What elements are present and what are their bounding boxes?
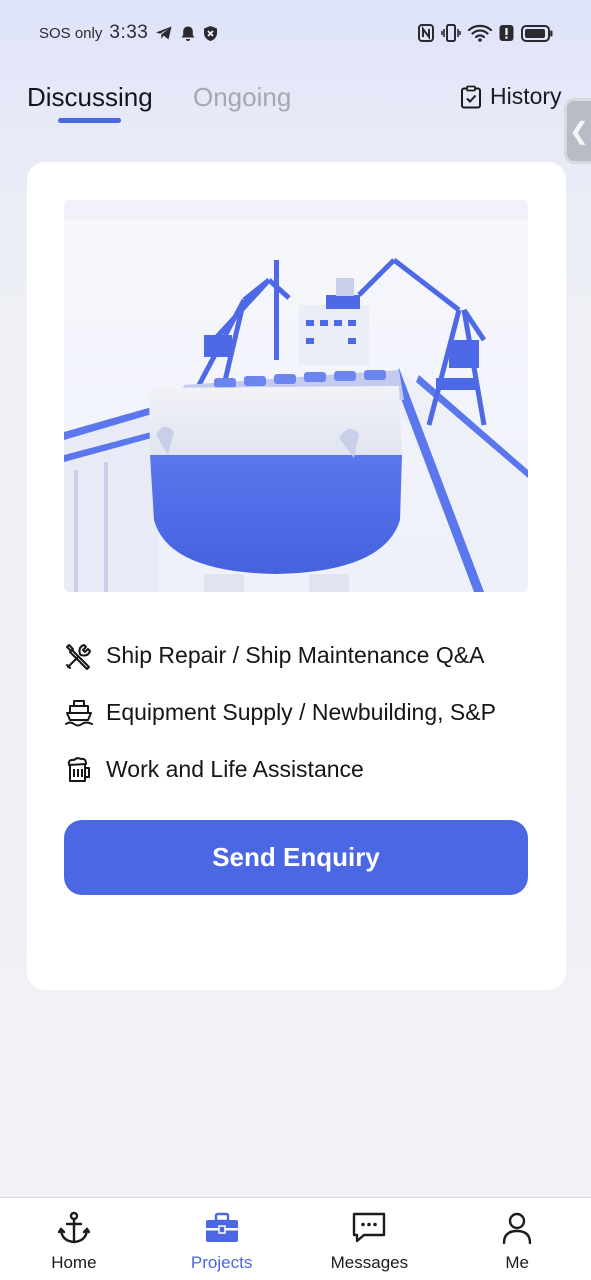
shield-icon xyxy=(204,25,218,41)
tools-icon xyxy=(66,643,91,670)
telegram-icon xyxy=(156,26,172,40)
feature-label: Work and Life Assistance xyxy=(106,756,364,782)
nav-item-projects[interactable]: Projects xyxy=(148,1198,296,1280)
history-button[interactable]: History xyxy=(460,83,562,110)
tab-ongoing[interactable]: Ongoing xyxy=(193,82,291,113)
feature-item-equipment-supply: Equipment Supply / Newbuilding, S&P xyxy=(64,684,534,741)
active-tab-indicator xyxy=(58,118,121,123)
nav-item-me[interactable]: Me xyxy=(443,1198,591,1280)
nav-icon-wrapper xyxy=(497,1208,537,1248)
status-right xyxy=(418,24,553,42)
side-drawer-handle[interactable]: ❮ xyxy=(564,98,591,164)
tab-discussing[interactable]: Discussing xyxy=(27,82,153,113)
ship-icon xyxy=(65,699,93,726)
chevron-left-icon: ❮ xyxy=(568,117,590,145)
feature-label: Equipment Supply / Newbuilding, S&P xyxy=(106,699,496,725)
top-tab-bar: Discussing Ongoing History xyxy=(0,70,591,130)
nav-item-home[interactable]: Home xyxy=(0,1198,148,1280)
feature-item-work-life: Work and Life Assistance xyxy=(64,741,534,798)
feature-item-ship-repair: Ship Repair / Ship Maintenance Q&A xyxy=(64,627,534,684)
enquiry-card: Ship Repair / Ship Maintenance Q&A Equip… xyxy=(27,162,566,990)
message-icon xyxy=(353,1212,386,1243)
send-enquiry-button[interactable]: Send Enquiry xyxy=(64,820,528,895)
nav-label: Home xyxy=(51,1253,97,1272)
carrier-text: SOS only xyxy=(39,24,103,42)
nav-icon-wrapper xyxy=(349,1208,389,1248)
status-left: SOS only 3:33 xyxy=(39,22,218,44)
status-bar: SOS only 3:33 xyxy=(0,0,591,66)
feature-list: Ship Repair / Ship Maintenance Q&A Equip… xyxy=(64,627,534,798)
feature-label: Ship Repair / Ship Maintenance Q&A xyxy=(106,642,485,668)
battery-icon xyxy=(521,24,553,42)
nav-item-messages[interactable]: Messages xyxy=(296,1198,444,1280)
bottom-nav: Home Projects Messages Me xyxy=(0,1197,591,1280)
nav-label: Projects xyxy=(190,1253,253,1272)
vibrate-icon xyxy=(441,24,461,42)
bell-icon xyxy=(181,26,195,41)
briefcase-icon xyxy=(205,1212,238,1242)
alert-icon xyxy=(499,25,514,41)
ship-hero-image xyxy=(64,200,528,592)
clipboard-check-icon xyxy=(461,85,481,108)
wifi-icon xyxy=(468,24,492,42)
beer-mug-icon xyxy=(67,756,90,782)
ship-illustration xyxy=(64,200,528,592)
nav-label: Messages xyxy=(330,1253,409,1272)
anchor-icon xyxy=(57,1211,91,1244)
nav-icon-wrapper xyxy=(54,1208,94,1248)
person-icon xyxy=(502,1212,532,1245)
history-label: History xyxy=(490,83,562,109)
nav-label: Me xyxy=(505,1253,529,1272)
nav-icon-wrapper xyxy=(202,1208,242,1248)
clock: 3:33 xyxy=(109,22,149,43)
nfc-icon xyxy=(418,24,434,42)
